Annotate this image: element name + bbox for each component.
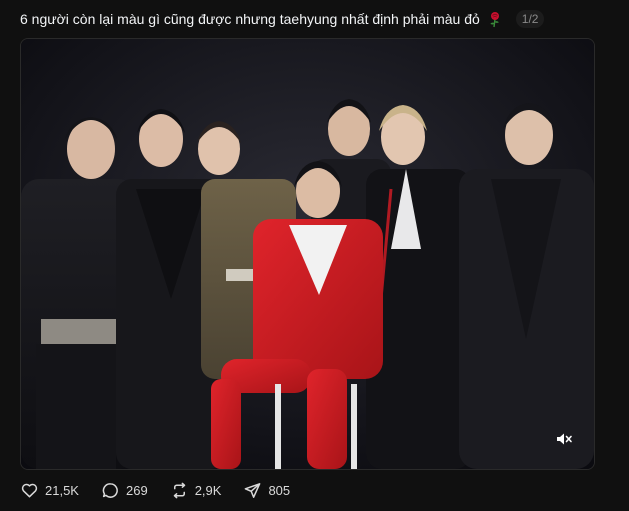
share-button[interactable]: 805 [243, 481, 290, 500]
post-photo[interactable] [20, 38, 595, 470]
share-count: 805 [268, 483, 291, 498]
group-photo-illustration [21, 39, 594, 469]
like-count: 21,5K [45, 483, 79, 498]
reply-count: 269 [125, 483, 148, 498]
caption-text: 6 người còn lại màu gì cũng được nhưng t… [20, 11, 480, 27]
rose-icon [486, 10, 504, 28]
muted-speaker-icon [557, 433, 572, 445]
heart-icon [21, 483, 38, 498]
post-actions: 21,5K 269 2,9K 805 [20, 481, 290, 500]
media-page-counter: 1/2 [515, 10, 545, 28]
comment-icon [102, 483, 118, 498]
post-caption: 6 người còn lại màu gì cũng được nhưng t… [20, 8, 545, 30]
send-icon [245, 483, 261, 498]
like-button[interactable]: 21,5K [20, 481, 79, 500]
repost-button[interactable]: 2,9K [170, 481, 222, 500]
mute-button[interactable] [552, 427, 576, 451]
repost-count: 2,9K [194, 483, 222, 498]
repost-icon [173, 482, 185, 499]
reply-button[interactable]: 269 [101, 481, 148, 500]
